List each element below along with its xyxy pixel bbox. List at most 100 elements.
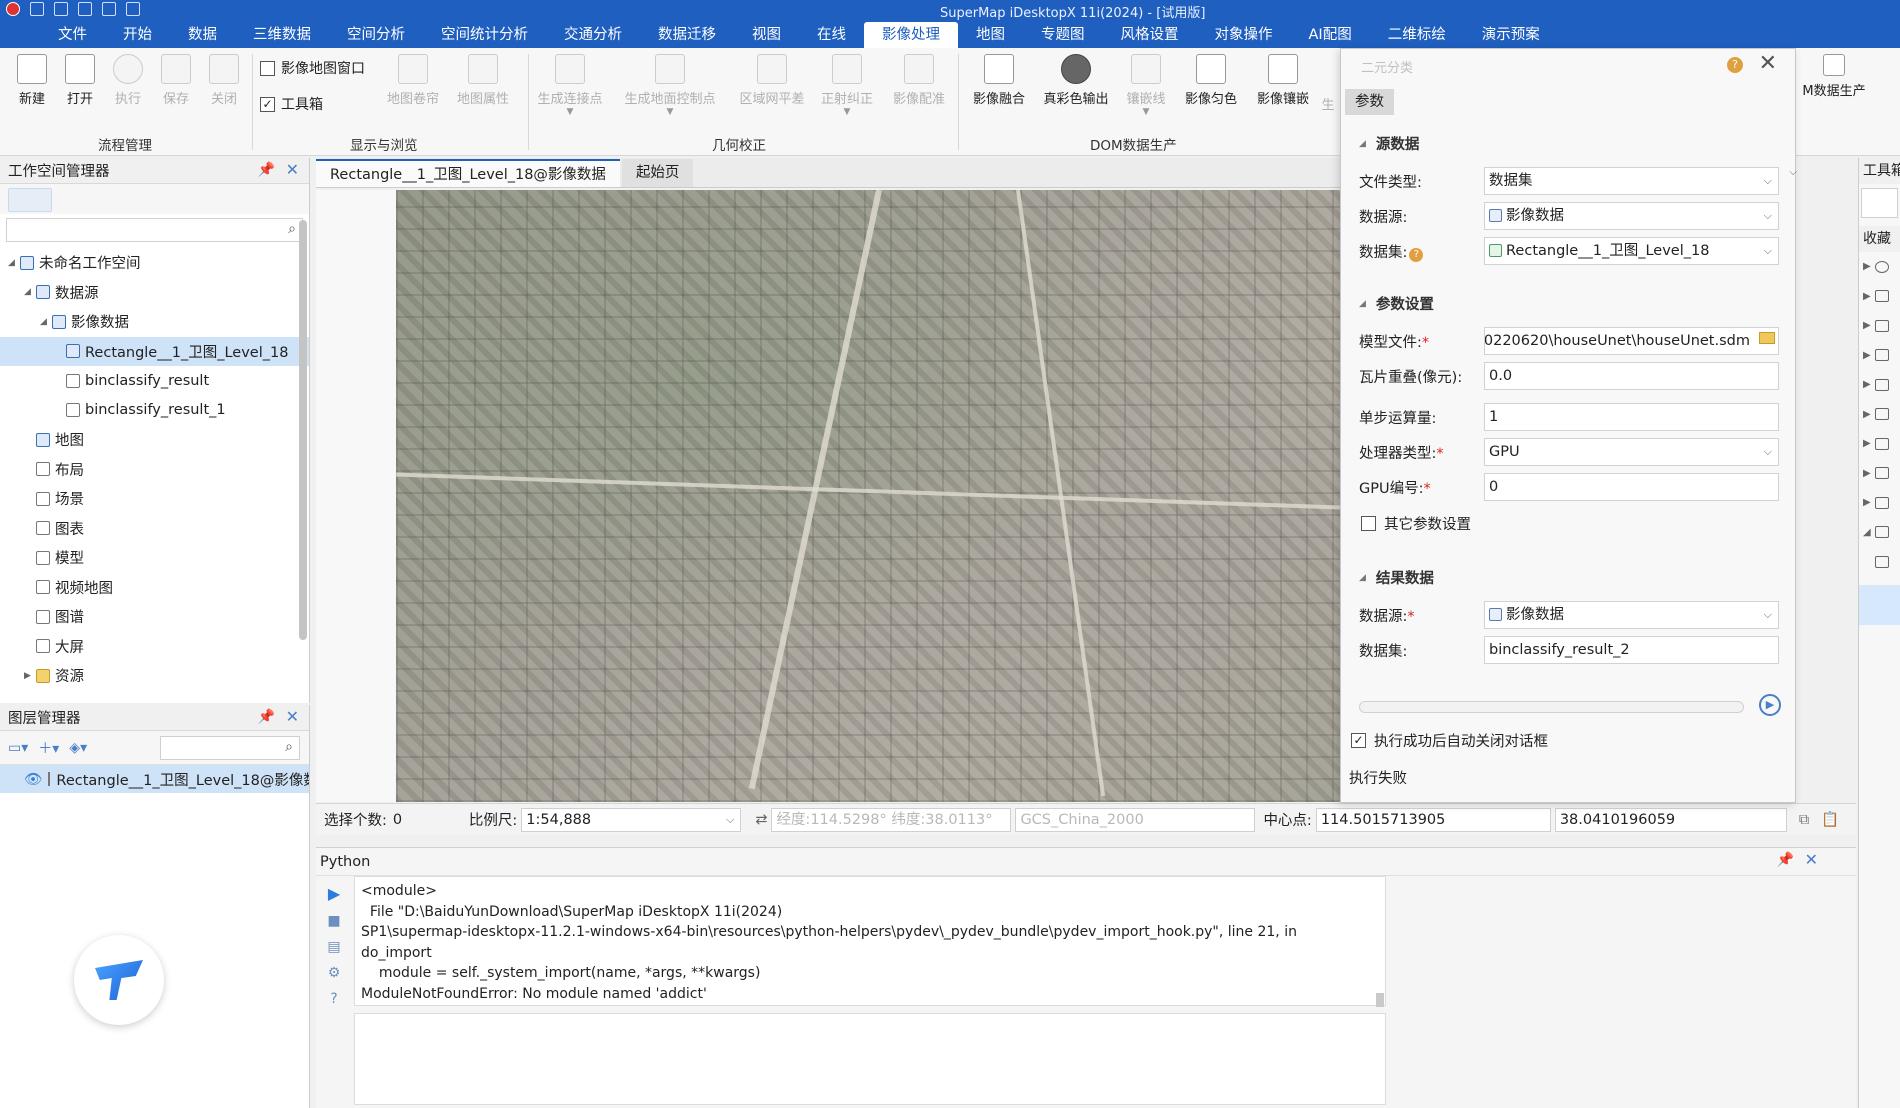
expand-icon[interactable]: ▶: [1863, 261, 1871, 272]
collapse-icon[interactable]: ◢: [1863, 527, 1871, 538]
gpu-id-input[interactable]: 0: [1484, 473, 1779, 501]
scale-select[interactable]: 1:54,888 ⌵: [521, 807, 742, 832]
tree-item-models[interactable]: 模型: [0, 543, 309, 573]
toolbox-item-selected[interactable]: [1859, 584, 1900, 625]
close-icon[interactable]: ✕: [1759, 51, 1777, 76]
help-icon[interactable]: ?: [1727, 57, 1743, 73]
ortho-button[interactable]: 正射纠正 ▼: [814, 54, 880, 117]
collapse-icon[interactable]: ◢: [8, 258, 20, 268]
pin-icon[interactable]: 📌: [258, 162, 275, 178]
toolbox-checkbox[interactable]: ✓ 工具箱: [260, 94, 323, 114]
pin-icon[interactable]: 📌: [258, 709, 275, 725]
mosaic-button[interactable]: 影像镶嵌: [1248, 54, 1318, 107]
pin-icon[interactable]: 📌: [1777, 852, 1794, 868]
help-icon[interactable]: ?: [330, 991, 337, 1007]
processor-type-select[interactable]: GPU ⌵: [1484, 438, 1779, 466]
search-icon[interactable]: ⌕: [288, 221, 296, 237]
datasource-select[interactable]: 影像数据 ⌵: [1484, 202, 1779, 230]
result-datasource-select[interactable]: 影像数据 ⌵: [1484, 601, 1779, 629]
gen-gcp-button[interactable]: 生成地面控制点 ▼: [616, 54, 724, 117]
section-source-data[interactable]: ◢ 源数据: [1359, 133, 1419, 154]
expand-icon[interactable]: ▶: [1863, 497, 1871, 508]
tree-item-workspace[interactable]: ◢ 未命名工作空间: [0, 248, 309, 278]
toolbox-item[interactable]: ▶: [1859, 282, 1900, 312]
expand-icon[interactable]: ▶: [1863, 468, 1871, 479]
map-props-button[interactable]: 地图属性: [450, 54, 516, 107]
menu-3d-data[interactable]: 三维数据: [235, 22, 329, 48]
tree-item-graphs[interactable]: 图谱: [0, 602, 309, 632]
toolbox-item[interactable]: ▶: [1859, 459, 1900, 489]
collapse-icon[interactable]: ◢: [40, 317, 52, 327]
menu-start[interactable]: 开始: [105, 22, 170, 48]
toolbox-item[interactable]: ▶: [1859, 252, 1900, 282]
tree-item-scenes[interactable]: 场景: [0, 484, 309, 514]
workspace-search-input[interactable]: ⌕: [6, 218, 303, 242]
search-icon[interactable]: ⌕: [285, 739, 293, 755]
expand-icon[interactable]: ▶: [1863, 379, 1871, 390]
menu-view[interactable]: 视图: [734, 22, 799, 48]
tree-item-charts[interactable]: 图表: [0, 514, 309, 544]
menu-object-ops[interactable]: 对象操作: [1197, 22, 1291, 48]
seamline-button[interactable]: 镶嵌线 ▼: [1118, 54, 1174, 117]
tree-item-image-datasource[interactable]: ◢ 影像数据: [0, 307, 309, 337]
crs-readout[interactable]: GCS_China_2000: [1015, 807, 1256, 832]
model-file-input[interactable]: D:\...\20220620\houseUnet\houseUnet.sdm: [1484, 327, 1779, 355]
expand-icon[interactable]: ▶: [1863, 438, 1871, 449]
menu-demo[interactable]: 演示预案: [1464, 22, 1558, 48]
run-button[interactable]: ▶: [1759, 694, 1781, 716]
qa-open-icon[interactable]: [54, 2, 68, 16]
menu-online[interactable]: 在线: [799, 22, 864, 48]
plus-icon[interactable]: ＋▾: [38, 738, 59, 758]
menu-data[interactable]: 数据: [170, 22, 235, 48]
dataset-select[interactable]: Rectangle__1_卫图_Level_18 ⌵: [1484, 237, 1779, 265]
toolbox-item[interactable]: ▶: [1859, 311, 1900, 341]
copy-icon[interactable]: ⧉: [1799, 812, 1809, 828]
map-roll-button[interactable]: 地图卷帘: [380, 54, 446, 107]
tree-item-dataset[interactable]: binclassify_result: [0, 366, 309, 396]
menu-migration[interactable]: 数据迁移: [640, 22, 734, 48]
tree-item-dataset[interactable]: binclassify_result_1: [0, 396, 309, 426]
run-icon[interactable]: ▶: [328, 884, 340, 903]
center-x-input[interactable]: 114.5015713905: [1315, 807, 1551, 832]
paste-icon[interactable]: 📋: [1821, 811, 1839, 828]
add-layer-icon[interactable]: ▭▾: [8, 740, 28, 756]
gen-tie-points-button[interactable]: 生成连接点 ▼: [532, 54, 608, 117]
menu-traffic[interactable]: 交通分析: [546, 22, 640, 48]
toolbox-item[interactable]: ▶: [1859, 429, 1900, 459]
python-input[interactable]: [354, 1013, 1386, 1105]
tab-map-document[interactable]: Rectangle__1_卫图_Level_18@影像数据: [316, 159, 620, 187]
color-balance-button[interactable]: 影像匀色: [1176, 54, 1246, 107]
tree-item-dashboards[interactable]: 大屏: [0, 632, 309, 662]
expand-icon[interactable]: ▶: [1863, 409, 1871, 420]
toolbox-item[interactable]: ▶: [1859, 341, 1900, 371]
eye-icon[interactable]: 👁: [24, 771, 42, 788]
image-register-button[interactable]: 影像配准: [886, 54, 952, 107]
layer-style-icon[interactable]: ◈▾: [69, 740, 87, 756]
expand-icon[interactable]: ▶: [1863, 350, 1871, 361]
truecolor-button[interactable]: 真彩色输出: [1036, 54, 1116, 107]
close-button[interactable]: 关闭: [196, 54, 252, 107]
floating-assistant-button[interactable]: [74, 935, 164, 1025]
layer-search-input[interactable]: ⌕: [160, 736, 300, 760]
block-adjust-button[interactable]: 区域网平差: [732, 54, 812, 107]
toolbox-item[interactable]: ◢: [1859, 518, 1900, 548]
menu-thematic[interactable]: 专题图: [1023, 22, 1103, 48]
toolbox-item[interactable]: ▶: [1859, 400, 1900, 430]
swap-icon[interactable]: ⇄: [755, 812, 767, 828]
section-result-data[interactable]: ◢ 结果数据: [1359, 567, 1434, 588]
stop-icon[interactable]: ■: [327, 913, 340, 929]
folder-icon[interactable]: [1759, 332, 1775, 344]
tab-start-page[interactable]: 起始页: [621, 159, 694, 187]
expand-icon[interactable]: ▶: [1863, 320, 1871, 331]
file-type-select[interactable]: 数据集 ⌵: [1484, 167, 1779, 195]
python-output-scrollbar[interactable]: [1376, 993, 1384, 1007]
tile-overlap-input[interactable]: 0.0: [1484, 362, 1779, 390]
qa-undo-icon[interactable]: [102, 2, 116, 16]
menu-file[interactable]: 文件: [40, 22, 105, 48]
menu-ai-mapping[interactable]: AI配图: [1291, 22, 1370, 48]
close-icon[interactable]: ✕: [286, 707, 299, 726]
map-window[interactable]: [316, 190, 1340, 802]
tree-item-layouts[interactable]: 布局: [0, 455, 309, 485]
workspace-tab-2-icon[interactable]: [56, 188, 100, 212]
image-fusion-button[interactable]: 影像融合: [964, 54, 1034, 107]
